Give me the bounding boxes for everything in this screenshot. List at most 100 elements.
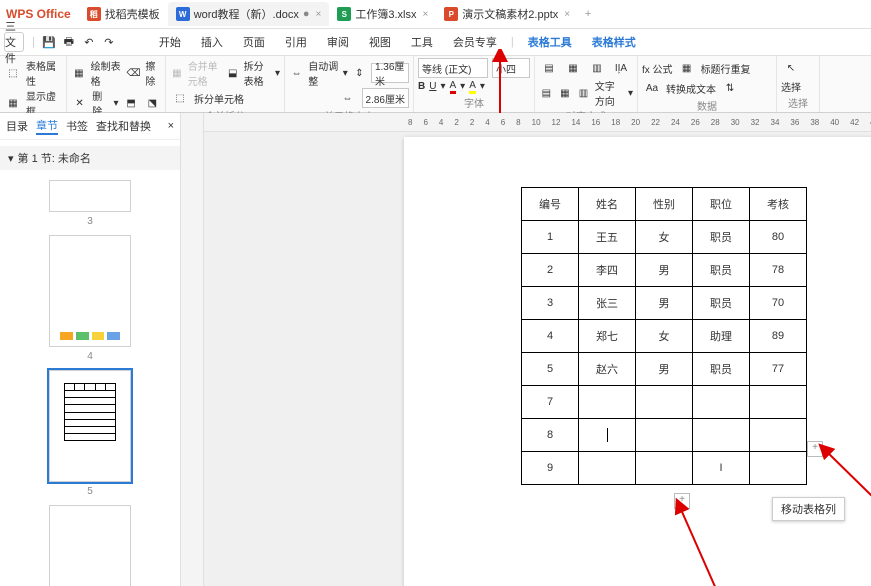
menu-review[interactable]: 审阅 [317, 29, 359, 55]
tab-label: 工作簿3.xlsx [355, 6, 416, 22]
template-icon: 稻 [87, 7, 101, 21]
formula-button[interactable]: fx 公式 [642, 61, 673, 76]
font-color-button[interactable]: A [450, 80, 457, 94]
tooltip: 移动表格列 [772, 497, 845, 521]
table-row: 3张三男职员70 [522, 287, 807, 320]
new-tab-button[interactable]: + [578, 8, 598, 20]
underline-button[interactable]: U [429, 81, 436, 92]
doc-tab-template[interactable]: 稻 找稻壳模板 [79, 2, 168, 26]
add-row-button[interactable]: + [674, 493, 690, 509]
add-col-button[interactable]: + [807, 441, 823, 457]
titlebar: WPS Office 稻 找稻壳模板 W word教程（新）.docx ● × … [0, 0, 871, 29]
repeat-header-icon[interactable]: ▦ [677, 58, 697, 78]
page-thumb-4[interactable] [49, 235, 131, 347]
align-tc-icon[interactable]: ▦ [563, 58, 583, 78]
ppt-icon: P [444, 7, 458, 21]
table-row: 8 [522, 419, 807, 452]
ribbon: ⬚表格属性 ▦显示虚框 图片 ▦绘制表格 ⌫擦除 ✕删除▾ ⬒ ⬔ 行和列 ▦合… [0, 56, 871, 113]
nav-tab-find[interactable]: 查找和替换 [96, 118, 151, 134]
delete-icon[interactable]: ✕ [71, 93, 88, 113]
text-cursor [607, 428, 608, 442]
section-header[interactable]: ▾ 第 1 节: 未命名 [0, 146, 180, 170]
draw-table-icon[interactable]: ▦ [71, 63, 87, 83]
nav-tab-section[interactable]: 章节 [36, 117, 58, 135]
table-row: 5赵六男职员77 [522, 353, 807, 386]
text-dir-icon[interactable]: II͕A [611, 58, 631, 78]
doc-tab-ppt[interactable]: P 演示文稿素材2.pptx × [436, 2, 578, 26]
page-thumb-3[interactable] [49, 180, 131, 212]
navigation-panel: 目录 章节 书签 查找和替换 × ▾ 第 1 节: 未命名 3 4 [0, 113, 181, 586]
th-id[interactable]: 编号 [522, 188, 579, 221]
nav-tab-toc[interactable]: 目录 [6, 118, 28, 134]
table-row: 4郑七女助理89 [522, 320, 807, 353]
sort-icon[interactable]: ⇅ [720, 78, 740, 98]
modified-dot: ● [303, 8, 310, 20]
annotation-arrow-2 [624, 497, 744, 586]
col-width-icon: ⇔ [338, 88, 358, 108]
menubar: 三 文件 | 💾 🖶 ↶ ↷ 开始 插入 页面 引用 审阅 视图 工具 会员专享… [0, 29, 871, 56]
page-thumb-6[interactable] [49, 505, 131, 586]
menu-view[interactable]: 视图 [359, 29, 401, 55]
doc-tab-word[interactable]: W word教程（新）.docx ● × [168, 2, 330, 26]
save-icon[interactable]: 💾 [39, 32, 59, 52]
align-bc-icon[interactable]: ▦ [558, 83, 573, 103]
close-icon[interactable]: × [315, 9, 321, 20]
highlight-button[interactable]: A [469, 80, 476, 94]
menu-member[interactable]: 会员专享 [443, 29, 507, 55]
align-bl-icon[interactable]: ▤ [539, 83, 554, 103]
undo-icon[interactable]: ↶ [79, 32, 99, 52]
properties-icon[interactable]: ⬚ [4, 63, 22, 83]
tab-label: 演示文稿素材2.pptx [462, 6, 558, 22]
split-cell-icon[interactable]: ⬚ [170, 88, 190, 108]
bold-button[interactable]: B [418, 81, 425, 92]
menu-tools[interactable]: 工具 [401, 29, 443, 55]
redo-icon[interactable]: ↷ [99, 32, 119, 52]
print-icon[interactable]: 🖶 [59, 32, 79, 52]
word-icon: W [176, 7, 190, 21]
th-score[interactable]: 考核 [750, 188, 807, 221]
document-area[interactable]: 8642246810121416182022242628303234363840… [204, 113, 871, 586]
th-position[interactable]: 职位 [693, 188, 750, 221]
close-icon[interactable]: × [422, 9, 428, 20]
select-icon[interactable]: ↖ [781, 58, 801, 78]
table-row: 1王五女职员80 [522, 221, 807, 254]
col-width-input[interactable]: 2.86厘米 [362, 88, 409, 108]
row-height-input[interactable]: 1.36厘米 [371, 63, 409, 83]
eraser-icon[interactable]: ⌫ [126, 63, 142, 83]
close-icon[interactable]: × [564, 9, 570, 20]
font-combo[interactable]: 等线 (正文) [418, 58, 488, 78]
excel-icon: S [337, 7, 351, 21]
document-page: 编号 姓名 性别 职位 考核 1王五女职员80 2李四男职员78 3张三男职员7… [404, 137, 871, 586]
tab-label: 找稻壳模板 [105, 6, 160, 22]
autofit-icon[interactable]: ⇔ [289, 63, 304, 83]
menu-ref[interactable]: 引用 [275, 29, 317, 55]
menu-table-tools[interactable]: 表格工具 [518, 29, 582, 55]
data-table[interactable]: 编号 姓名 性别 职位 考核 1王五女职员80 2李四男职员78 3张三男职员7… [521, 187, 807, 485]
app-menu-button[interactable]: 三 文件 [4, 32, 24, 52]
menu-insert[interactable]: 插入 [191, 29, 233, 55]
horizontal-ruler: 8642246810121416182022242628303234363840… [204, 113, 871, 132]
to-text-icon[interactable]: Aa [642, 78, 662, 98]
menu-start[interactable]: 开始 [149, 29, 191, 55]
align-tl-icon[interactable]: ▤ [539, 58, 559, 78]
nav-tab-bookmark[interactable]: 书签 [66, 118, 88, 134]
align-br-icon[interactable]: ▥ [576, 83, 591, 103]
size-combo[interactable]: 小四 [492, 58, 530, 78]
insert-row-icon[interactable]: ⬒ [123, 93, 140, 113]
menu-table-style[interactable]: 表格样式 [582, 29, 646, 55]
chevron-down-icon: ▾ [8, 152, 14, 165]
merge-icon[interactable]: ▦ [170, 63, 184, 83]
table-row: 9I [522, 452, 807, 485]
insert-col-icon[interactable]: ⬔ [144, 93, 161, 113]
table-header-row: 编号 姓名 性别 职位 考核 [522, 188, 807, 221]
th-gender[interactable]: 性别 [636, 188, 693, 221]
nav-close-button[interactable]: × [168, 120, 174, 132]
align-tr-icon[interactable]: ▥ [587, 58, 607, 78]
doc-tab-excel[interactable]: S 工作簿3.xlsx × [329, 2, 436, 26]
gridlines-icon[interactable]: ▦ [4, 93, 22, 113]
page-thumb-5[interactable] [49, 370, 131, 482]
row-height-icon: ⇕ [352, 63, 367, 83]
th-name[interactable]: 姓名 [579, 188, 636, 221]
menu-page[interactable]: 页面 [233, 29, 275, 55]
split-table-icon[interactable]: ⬓ [226, 63, 240, 83]
